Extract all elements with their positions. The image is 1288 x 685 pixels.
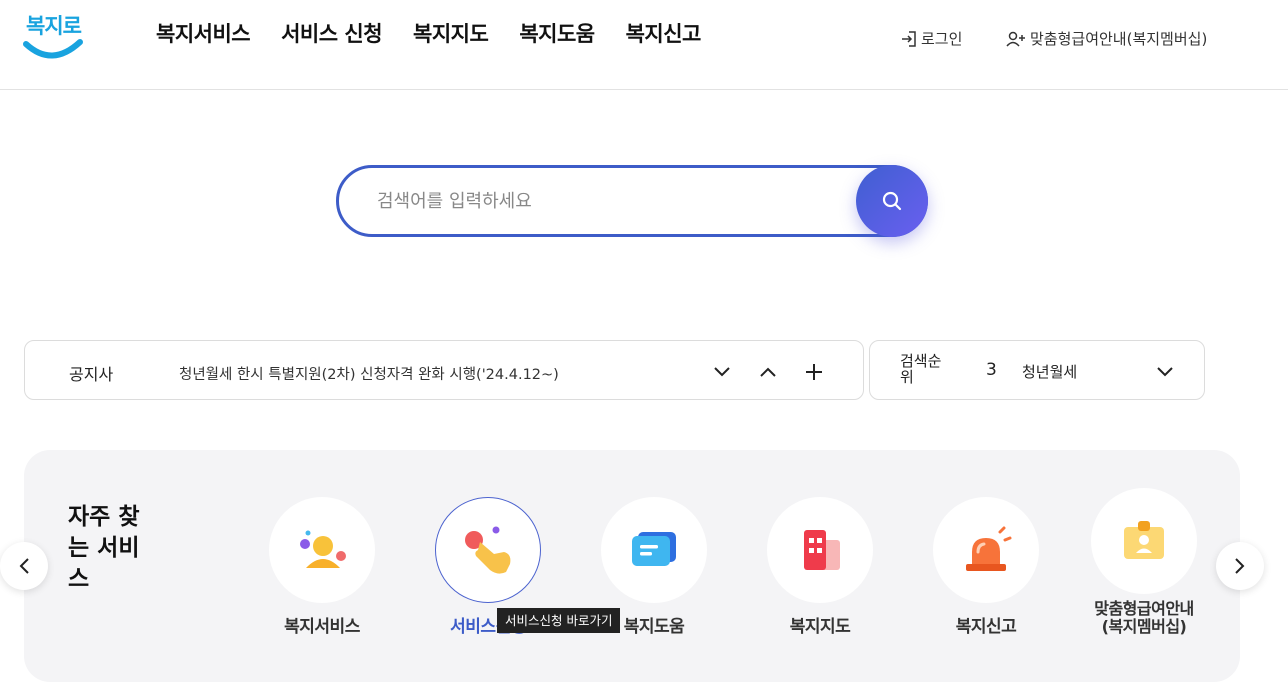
frequent-services-title: 자주 찾는 서비스 — [68, 504, 140, 592]
service-label: 맞춤형급여안내(복지멤버십) — [1094, 599, 1194, 636]
notice-label: 공지사 — [69, 365, 114, 384]
ranking-number: 3 — [986, 360, 997, 380]
service-label: 복지지도 — [789, 617, 851, 637]
notice-bar: 공지사 청년월세 한시 특별지원(2차) 신청자격 완화 시행('24.4.12… — [24, 340, 864, 400]
login-label: 로그인 — [921, 30, 963, 48]
logo-smile-icon — [23, 39, 83, 59]
site-logo[interactable]: 복지로 — [22, 8, 86, 64]
id-badge-icon — [1124, 521, 1164, 559]
main-nav: 복지서비스 서비스 신청 복지지도 복지도움 복지신고 — [156, 18, 732, 48]
nav-service-apply[interactable]: 서비스 신청 — [281, 18, 382, 48]
login-icon — [902, 30, 916, 47]
login-link[interactable]: 로그인 — [900, 28, 962, 49]
plus-icon — [806, 364, 822, 380]
notice-text[interactable]: 청년월세 한시 특별지원(2차) 신청자격 완화 시행('24.4.12~) — [179, 363, 559, 384]
service-label: 복지신고 — [955, 617, 1017, 637]
service-map[interactable]: 복지지도 — [745, 497, 895, 637]
search-icon — [882, 191, 902, 211]
service-welfare[interactable]: 복지서비스 — [247, 497, 397, 637]
carousel-next-button[interactable] — [1216, 542, 1264, 590]
search-input[interactable] — [377, 186, 837, 216]
search-button[interactable] — [856, 165, 928, 237]
chevron-right-icon — [1235, 558, 1245, 574]
service-icon-circle — [269, 497, 375, 603]
building-icon — [804, 530, 840, 570]
header: 복지로 복지서비스 서비스 신청 복지지도 복지도움 복지신고 로그인 맞춤형급… — [0, 0, 1288, 90]
service-icon-circle — [601, 497, 707, 603]
service-label: 복지서비스 — [284, 617, 360, 637]
chevron-down-icon — [1157, 367, 1173, 377]
notice-prev-button[interactable] — [755, 359, 781, 385]
membership-link[interactable]: 맞춤형급여안내(복지멤버십) — [1005, 28, 1207, 49]
service-report[interactable]: 복지신고 — [911, 497, 1061, 637]
ranking-expand-button[interactable] — [1152, 359, 1178, 385]
carousel-prev-button[interactable] — [0, 542, 48, 590]
chevron-down-icon — [714, 367, 730, 377]
nav-welfare-report[interactable]: 복지신고 — [626, 18, 702, 48]
ranking-label: 검색순위 — [900, 352, 942, 386]
chevron-up-icon — [760, 367, 776, 377]
nav-welfare-map[interactable]: 복지지도 — [413, 18, 489, 48]
chat-icon — [632, 532, 676, 566]
tooltip: 서비스신청 바로가기 — [497, 608, 621, 633]
chevron-left-icon — [19, 558, 29, 574]
siren-icon — [966, 526, 1012, 571]
service-icon-circle — [1091, 488, 1197, 594]
notice-more-button[interactable] — [801, 359, 827, 385]
nav-welfare-help[interactable]: 복지도움 — [519, 18, 595, 48]
search-box — [336, 165, 928, 237]
notice-next-button[interactable] — [709, 359, 735, 385]
user-add-icon — [1006, 31, 1025, 47]
service-membership[interactable]: 맞춤형급여안내(복지멤버십) — [1084, 488, 1204, 636]
frequent-services: 자주 찾는 서비스 복지서비스 서비스신청 복지도움 복지지도 복지신고 맞춤형… — [24, 450, 1240, 682]
ranking-keyword[interactable]: 청년월세 — [1022, 361, 1077, 382]
service-icon-circle — [435, 497, 541, 603]
service-icon-circle — [767, 497, 873, 603]
search-ranking: 검색순위 3 청년월세 — [869, 340, 1205, 400]
hand-tap-icon — [465, 526, 511, 574]
membership-label: 맞춤형급여안내(복지멤버십) — [1030, 30, 1208, 48]
people-icon — [300, 530, 346, 568]
service-icon-circle — [933, 497, 1039, 603]
nav-welfare-services[interactable]: 복지서비스 — [156, 18, 251, 48]
